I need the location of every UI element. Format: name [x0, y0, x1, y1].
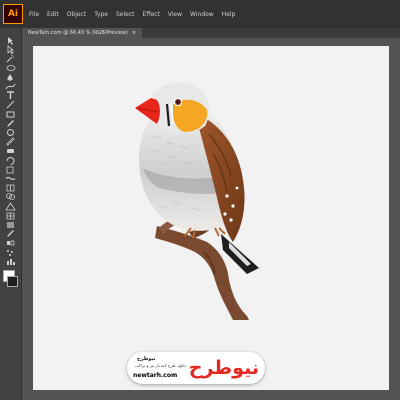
free-transform-icon[interactable]	[5, 183, 16, 192]
menu-type[interactable]: Type	[94, 11, 108, 18]
watermark-badge: نیوطرح دانلود طرح لایه باز بنر و تراکت n…	[127, 352, 265, 384]
lasso-icon[interactable]	[5, 64, 16, 73]
tools-panel	[0, 28, 22, 400]
width-icon[interactable]	[5, 174, 16, 183]
scale-icon[interactable]	[5, 165, 16, 174]
illustrator-window: Ai File Edit Object Type Select Effect V…	[0, 0, 400, 400]
perspective-grid-icon[interactable]	[5, 201, 16, 211]
menu-window[interactable]: Window	[190, 11, 214, 18]
rectangle-icon[interactable]	[5, 110, 16, 119]
column-graph-icon[interactable]	[5, 257, 16, 266]
artboard[interactable]	[33, 46, 389, 390]
beak	[135, 98, 160, 124]
menu-help[interactable]: Help	[222, 11, 236, 18]
blend-icon[interactable]	[5, 238, 16, 247]
gradient-icon[interactable]	[5, 220, 16, 229]
finch-illustration	[135, 82, 259, 320]
magic-wand-icon[interactable]	[5, 54, 16, 63]
menu-object[interactable]: Object	[67, 11, 87, 18]
line-segment-icon[interactable]	[5, 100, 16, 109]
watermark-brand: نیوطرح	[137, 356, 156, 362]
stroke-color-swatch[interactable]	[7, 276, 18, 287]
eyedropper-icon[interactable]	[5, 229, 16, 238]
document-tab[interactable]: NewTarh.com @ 66.43 % (RGB/Preview) ×	[22, 28, 143, 38]
watermark-url: newtarh.com	[133, 372, 178, 379]
menu-file[interactable]: File	[29, 11, 39, 18]
pencil-icon[interactable]	[5, 137, 16, 146]
symbol-sprayer-icon[interactable]	[5, 248, 16, 257]
rotate-icon[interactable]	[5, 156, 16, 165]
watermark-tagline: دانلود طرح لایه باز بنر و تراکت	[135, 363, 187, 368]
shaper-icon[interactable]	[5, 128, 16, 137]
app-logo: Ai	[3, 4, 23, 24]
mesh-icon[interactable]	[5, 211, 16, 220]
menu-select[interactable]: Select	[116, 11, 135, 18]
selection-icon[interactable]	[5, 36, 16, 45]
type-icon[interactable]	[5, 91, 16, 100]
document-tab-title: NewTarh.com @ 66.43 % (RGB/Preview)	[28, 30, 128, 36]
menu-view[interactable]: View	[168, 11, 182, 18]
document-tab-bar: NewTarh.com @ 66.43 % (RGB/Preview) ×	[22, 28, 400, 38]
pen-icon[interactable]	[5, 73, 16, 82]
watermark-logo: نیوطرح	[188, 357, 259, 379]
curvature-icon[interactable]	[5, 82, 16, 91]
direct-selection-icon[interactable]	[5, 45, 16, 55]
close-icon[interactable]: ×	[132, 30, 136, 36]
eraser-icon[interactable]	[5, 146, 16, 155]
menu-bar: Ai File Edit Object Type Select Effect V…	[0, 0, 400, 28]
shape-builder-icon[interactable]	[5, 192, 16, 201]
menu-effect[interactable]: Effect	[143, 11, 160, 18]
menu-edit[interactable]: Edit	[47, 11, 59, 18]
paintbrush-icon[interactable]	[5, 119, 16, 128]
